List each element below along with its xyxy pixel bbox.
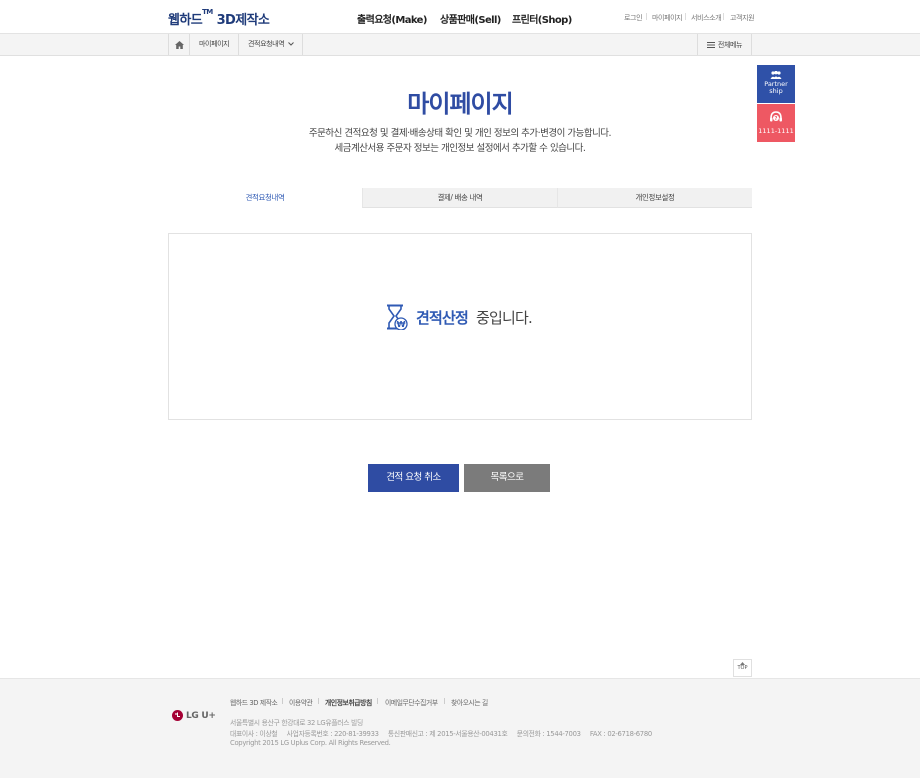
util-divider — [723, 13, 724, 20]
status-strong-text: 견적산정 — [416, 308, 469, 327]
footer-divider — [444, 698, 445, 704]
footer-link-privacy[interactable]: 개인정보취급방침 — [325, 697, 372, 707]
mypage-tabs: 견적요청내역 결제/ 배송 내역 개인정보설정 — [168, 188, 752, 208]
top-label: TOP — [737, 665, 748, 671]
footer-logo: LG U+ — [172, 710, 216, 721]
site-footer: LG U+ 웹하드 3D 제작소 이용약관 개인정보취급방침 이메일무단수집거부… — [0, 678, 920, 778]
footer-logo-text: LG U+ — [186, 710, 216, 721]
mypage-link[interactable]: 마이페이지 — [652, 13, 683, 23]
nav-sell[interactable]: 상품판매(Sell) — [440, 11, 501, 26]
page-title: 마이페이지 — [407, 90, 513, 118]
tab-payment-delivery[interactable]: 결제/ 배송 내역 — [362, 188, 557, 208]
scroll-top-button[interactable]: TOP — [733, 659, 752, 677]
breadcrumb-current: 견적요청내역 — [248, 40, 285, 48]
footer-divider — [377, 698, 378, 704]
footer-copyright: Copyright 2015 LG Uplus Corp. All Rights… — [230, 739, 391, 747]
tab-estimate-history[interactable]: 견적요청내역 — [168, 188, 362, 208]
site-header: 웹하드TM 3D제작소 출력요청(Make) 상품판매(Sell) 프린터(Sh… — [0, 0, 920, 34]
cancel-estimate-button[interactable]: 견적 요청 취소 — [368, 464, 459, 492]
breadcrumb-mypage[interactable]: 마이페이지 — [190, 34, 240, 55]
footer-company-info: 대표이사 : 이상철 사업자등록번호 : 220-81-39933 통신판매신고… — [230, 730, 652, 738]
lg-logo-icon — [172, 710, 183, 721]
page-description-1: 주문하신 견적요청 및 결제·배송상태 확인 및 개인 정보의 추가·변경이 가… — [308, 128, 612, 139]
home-icon — [174, 40, 184, 49]
nav-make[interactable]: 출력요청(Make) — [357, 11, 427, 26]
all-menu-label: 전체메뉴 — [717, 40, 743, 49]
hamburger-icon — [706, 41, 715, 48]
nav-shop[interactable]: 프린터(Shop) — [512, 11, 572, 26]
logo-main: 웹하드 — [168, 13, 203, 28]
footer-link-home[interactable]: 웹하드 3D 제작소 — [230, 697, 278, 707]
logo-sub: 3D제작소 — [216, 13, 270, 28]
back-to-list-button[interactable]: 목록으로 — [464, 464, 550, 492]
logo-tm: TM — [202, 8, 213, 16]
tab-personal-info[interactable]: 개인정보설정 — [557, 188, 752, 208]
footer-link-terms[interactable]: 이용약관 — [289, 697, 313, 707]
chevron-down-icon — [288, 42, 294, 46]
footer-divider — [282, 698, 283, 704]
page-description-2: 세금계산서용 주문자 정보는 개인정보 설정에서 추가할 수 있습니다. — [334, 143, 586, 154]
util-divider — [685, 13, 686, 20]
footer-address: 서울특별시 용산구 한강대로 32 LG유플러스 빌딩 — [230, 719, 363, 727]
footer-divider — [318, 698, 319, 704]
estimate-status-box: ₩ 견적산정 중입니다. — [168, 233, 752, 420]
footer-link-directions[interactable]: 찾아오시는 길 — [451, 697, 488, 707]
location-bar: 마이페이지 견적요청내역 전체메뉴 — [0, 34, 920, 56]
svg-text:₩: ₩ — [397, 320, 406, 329]
footer-link-email-refusal[interactable]: 이메일무단수집거부 — [385, 697, 438, 707]
util-divider — [646, 13, 647, 20]
home-button[interactable] — [168, 34, 190, 55]
site-logo[interactable]: 웹하드TM 3D제작소 — [168, 8, 270, 28]
login-link[interactable]: 로그인 — [624, 13, 643, 23]
breadcrumb-dropdown[interactable]: 견적요청내역 — [238, 34, 304, 55]
status-rest-text: 중입니다. — [476, 308, 533, 327]
support-link[interactable]: 고객지원 — [730, 13, 755, 23]
all-menu-button[interactable]: 전체메뉴 — [697, 34, 752, 55]
service-intro-link[interactable]: 서비스소개 — [691, 13, 722, 23]
estimate-status: ₩ 견적산정 중입니다. — [386, 304, 533, 330]
people-icon — [770, 71, 782, 79]
hourglass-won-icon: ₩ — [387, 304, 408, 330]
